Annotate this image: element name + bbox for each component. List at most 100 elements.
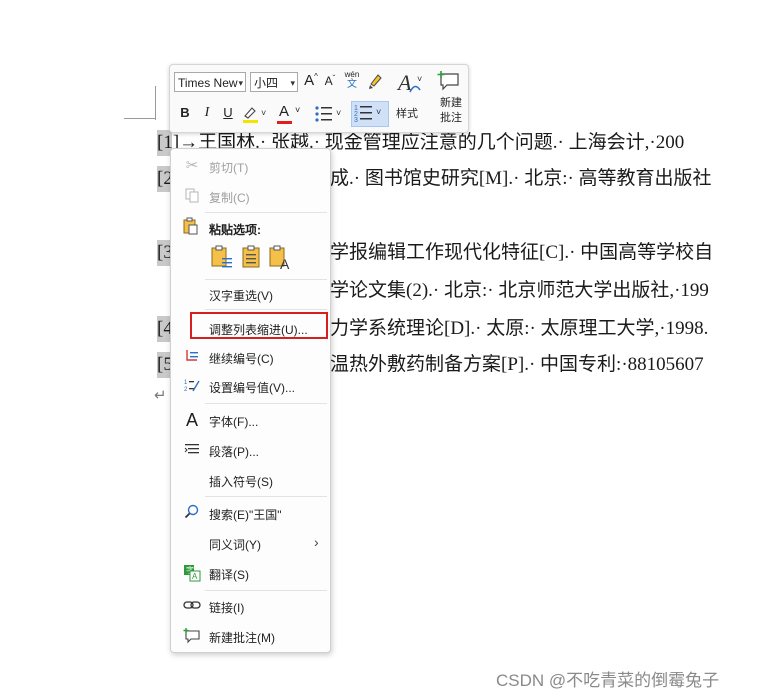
menu-item-label: 翻译(S) — [209, 568, 249, 582]
menu-item-insert-symbol[interactable]: 插入符号(S) — [171, 467, 330, 493]
highlighter-icon: ˅ — [243, 107, 266, 123]
bold-button[interactable]: B — [178, 105, 192, 120]
grow-font-button[interactable]: A^ — [302, 72, 320, 92]
svg-text:3: 3 — [354, 117, 358, 124]
new-comment-label: 新建 批注 — [436, 96, 466, 126]
menu-item-label: 搜索(E)"王国" — [209, 508, 282, 522]
reference-line[interactable]: 学报编辑工作现代化特征[C].· 中国高等学校自 — [330, 241, 713, 265]
numbering-button[interactable]: 1 2 3 ˅ — [351, 101, 389, 127]
bullet-list-icon: ˅ — [315, 106, 341, 122]
grow-font-icon: A — [304, 72, 315, 89]
svg-text:˅: ˅ — [417, 74, 422, 84]
continue-numbering-icon — [183, 348, 201, 366]
search-icon — [183, 504, 201, 522]
chevron-down-icon: ˅ — [295, 105, 301, 115]
shrink-font-button[interactable]: Aˇ — [322, 74, 338, 92]
menu-item-label: 同义词(Y) — [209, 538, 261, 552]
italic-button[interactable]: I — [200, 105, 214, 121]
translate-icon: 字A — [183, 564, 201, 582]
menu-separator — [205, 403, 327, 404]
chevron-right-icon: › — [314, 534, 319, 550]
paste-options-heading: 粘贴选项: — [209, 223, 261, 237]
menu-item-copy[interactable]: 复制(C) — [171, 183, 330, 209]
menu-item-hanzi-reselect[interactable]: 汉字重选(V) — [171, 281, 330, 307]
reference-line[interactable]: 学论文集(2).· 北京:· 北京师范大学出版社,·199 — [330, 279, 709, 303]
font-name-select[interactable]: Times New ▾ — [174, 72, 246, 92]
paste-keep-formatting-icon — [211, 245, 232, 268]
svg-text:˅: ˅ — [261, 108, 266, 118]
menu-item-search[interactable]: 搜索(E)"王国" — [171, 500, 330, 526]
menu-item-label: 继续编号(C) — [209, 352, 274, 366]
svg-text:˅: ˅ — [336, 108, 341, 118]
menu-item-link[interactable]: 链接(I) — [171, 593, 330, 619]
crop-mark-horizontal — [124, 118, 156, 119]
menu-separator — [205, 279, 327, 280]
chevron-down-icon: ▾ — [290, 78, 295, 88]
menu-item-set-numbering-value[interactable]: 12 设置编号值(V)... — [171, 373, 330, 399]
highlight-color-button[interactable]: ˅ — [241, 103, 269, 125]
menu-item-label: 新建批注(M) — [209, 631, 275, 645]
menu-separator — [205, 496, 327, 497]
new-comment-icon — [183, 627, 201, 645]
paragraph-icon — [183, 441, 201, 459]
underline-button[interactable]: U — [221, 105, 235, 120]
reference-line[interactable]: 温热外敷药制备方案[P].· 中国专利:·88105607 — [330, 353, 704, 377]
paste-text-only-icon: A — [269, 245, 290, 272]
new-comment-icon — [437, 71, 459, 91]
paste-icon — [183, 217, 201, 235]
context-menu: ✂ 剪切(T) 复制(C) 粘贴选项: A 汉字重选(V) 调整列表缩进(U).… — [170, 148, 331, 653]
watermark: CSDN @不吃青菜的倒霉兔子 — [496, 671, 720, 690]
svg-text:A: A — [192, 572, 198, 581]
reference-line[interactable]: 成.· 图书馆史研究[M].· 北京:· 高等教育出版社 — [330, 167, 712, 191]
menu-item-label: 字体(F)... — [209, 415, 259, 429]
format-painter-icon — [369, 74, 382, 89]
font-icon: A — [185, 410, 198, 430]
menu-item-synonyms[interactable]: 同义词(Y) › — [171, 530, 330, 556]
format-painter-button[interactable] — [366, 71, 386, 93]
svg-text:A: A — [280, 256, 290, 270]
new-comment-button[interactable] — [436, 70, 462, 94]
font-name-value: Times New — [178, 76, 238, 90]
menu-item-label: 段落(P)... — [209, 445, 259, 459]
menu-item-continue-numbering[interactable]: 继续编号(C) — [171, 344, 330, 370]
link-icon — [183, 597, 201, 615]
phonetic-guide-button[interactable]: wén 文 — [342, 70, 362, 94]
paste-merge-formatting-button[interactable] — [239, 244, 265, 270]
menu-item-label: 复制(C) — [209, 191, 250, 205]
menu-item-paragraph[interactable]: 段落(P)... — [171, 437, 330, 463]
phonetic-bottom-text: 文 — [347, 79, 357, 90]
menu-item-label: 插入符号(S) — [209, 475, 273, 489]
set-numbering-value-icon: 12 — [183, 377, 201, 395]
new-comment-label-1: 新建 — [440, 97, 462, 109]
svg-text:1: 1 — [184, 380, 188, 386]
menu-item-translate[interactable]: 字A 翻译(S) — [171, 560, 330, 586]
menu-item-label: 设置编号值(V)... — [209, 381, 295, 395]
font-size-select[interactable]: 小四 ▾ — [250, 72, 298, 92]
styles-button[interactable]: A ˅ — [394, 70, 424, 98]
chevron-down-icon: ▾ — [238, 78, 243, 88]
mini-toolbar: Times New ▾ 小四 ▾ A^ Aˇ wén 文 A ˅ 样式 新建 批… — [169, 64, 469, 133]
numbered-list-icon: 1 2 3 ˅ — [354, 105, 381, 124]
menu-item-label: 汉字重选(V) — [209, 289, 273, 303]
paste-keep-source-formatting-button[interactable] — [209, 244, 235, 270]
highlight-box — [190, 312, 328, 339]
new-comment-label-2: 批注 — [440, 112, 462, 124]
font-color-button[interactable]: A ˅ — [276, 103, 306, 125]
scissors-icon: ✂ — [185, 157, 199, 174]
bullets-button[interactable]: ˅ — [313, 103, 345, 125]
menu-item-font[interactable]: A 字体(F)... — [171, 407, 330, 433]
paste-text-only-button[interactable]: A — [267, 244, 293, 272]
menu-separator — [205, 309, 327, 310]
copy-icon — [183, 187, 201, 205]
menu-separator — [205, 212, 327, 213]
font-size-value: 小四 — [254, 76, 279, 90]
menu-separator — [205, 590, 327, 591]
shrink-font-icon: A — [324, 74, 333, 88]
svg-text:2: 2 — [184, 387, 188, 393]
styles-icon: A ˅ — [396, 70, 422, 95]
reference-line[interactable]: 力学系统理论[D].· 太原:· 太原理工大学,·1998. — [330, 317, 708, 341]
menu-item-new-comment[interactable]: 新建批注(M) — [171, 623, 330, 649]
styles-label: 样式 — [396, 108, 418, 120]
menu-item-cut[interactable]: ✂ 剪切(T) — [171, 153, 330, 179]
menu-item-label: 链接(I) — [209, 601, 245, 615]
